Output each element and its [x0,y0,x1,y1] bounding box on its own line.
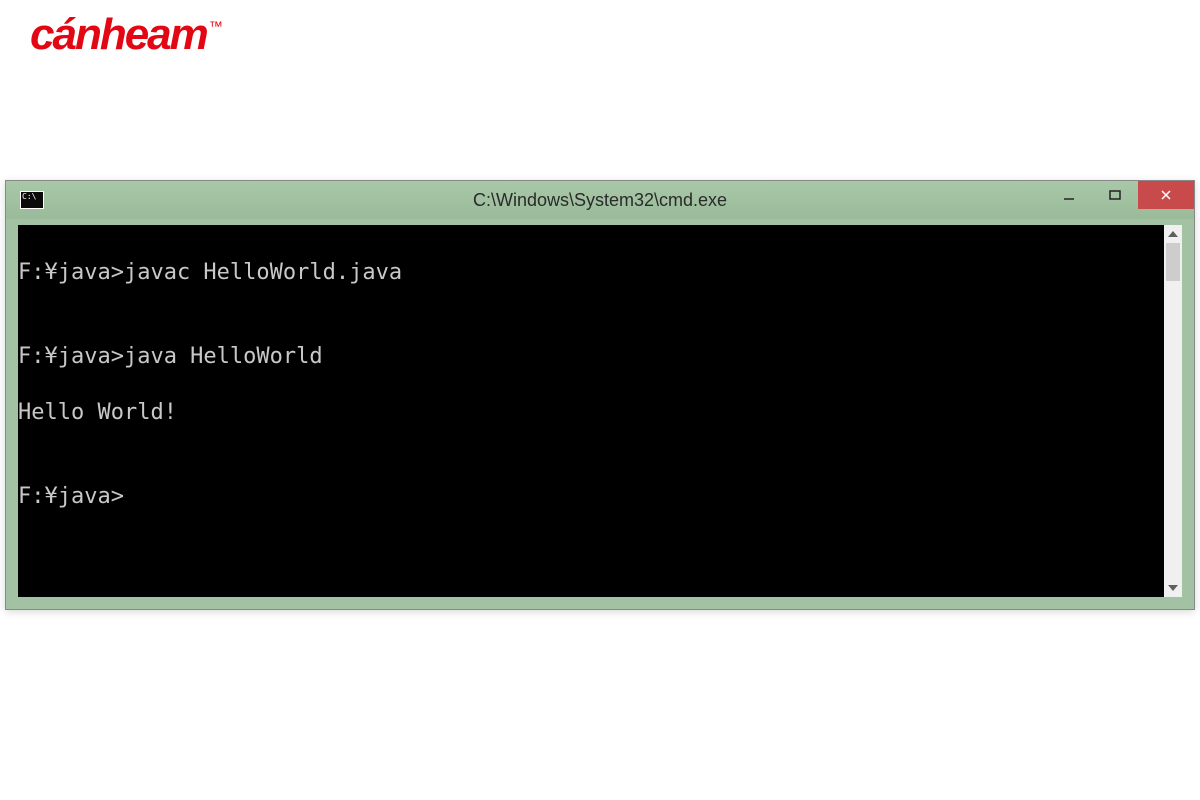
minimize-button[interactable] [1046,181,1092,209]
terminal-output[interactable]: F:¥java>javac HelloWorld.java F:¥java>ja… [18,225,1164,597]
brand-logo-text: cánheam [30,10,207,60]
window-title: C:\Windows\System32\cmd.exe [473,190,727,211]
terminal-line: F:¥java>java HelloWorld [18,343,1164,371]
window-controls [1046,181,1194,209]
cmd-window: C:\Windows\System32\cmd.exe F:¥java>java… [5,180,1195,610]
terminal-line: F:¥java> [18,483,1164,511]
close-button[interactable] [1138,181,1194,209]
minimize-icon [1063,189,1075,201]
close-icon [1160,189,1172,201]
cmd-icon [20,191,44,209]
maximize-icon [1109,189,1121,201]
scroll-down-arrow-icon[interactable] [1164,579,1182,597]
scroll-up-arrow-icon[interactable] [1164,225,1182,243]
scroll-thumb[interactable] [1166,243,1180,281]
terminal-line: F:¥java>javac HelloWorld.java [18,259,1164,287]
vertical-scrollbar[interactable] [1164,225,1182,597]
scroll-track[interactable] [1164,243,1182,579]
maximize-button[interactable] [1092,181,1138,209]
window-titlebar[interactable]: C:\Windows\System32\cmd.exe [6,181,1194,219]
terminal-line: Hello World! [18,399,1164,427]
trademark-symbol: ™ [209,18,221,34]
brand-logo: cánheam ™ [30,10,221,60]
